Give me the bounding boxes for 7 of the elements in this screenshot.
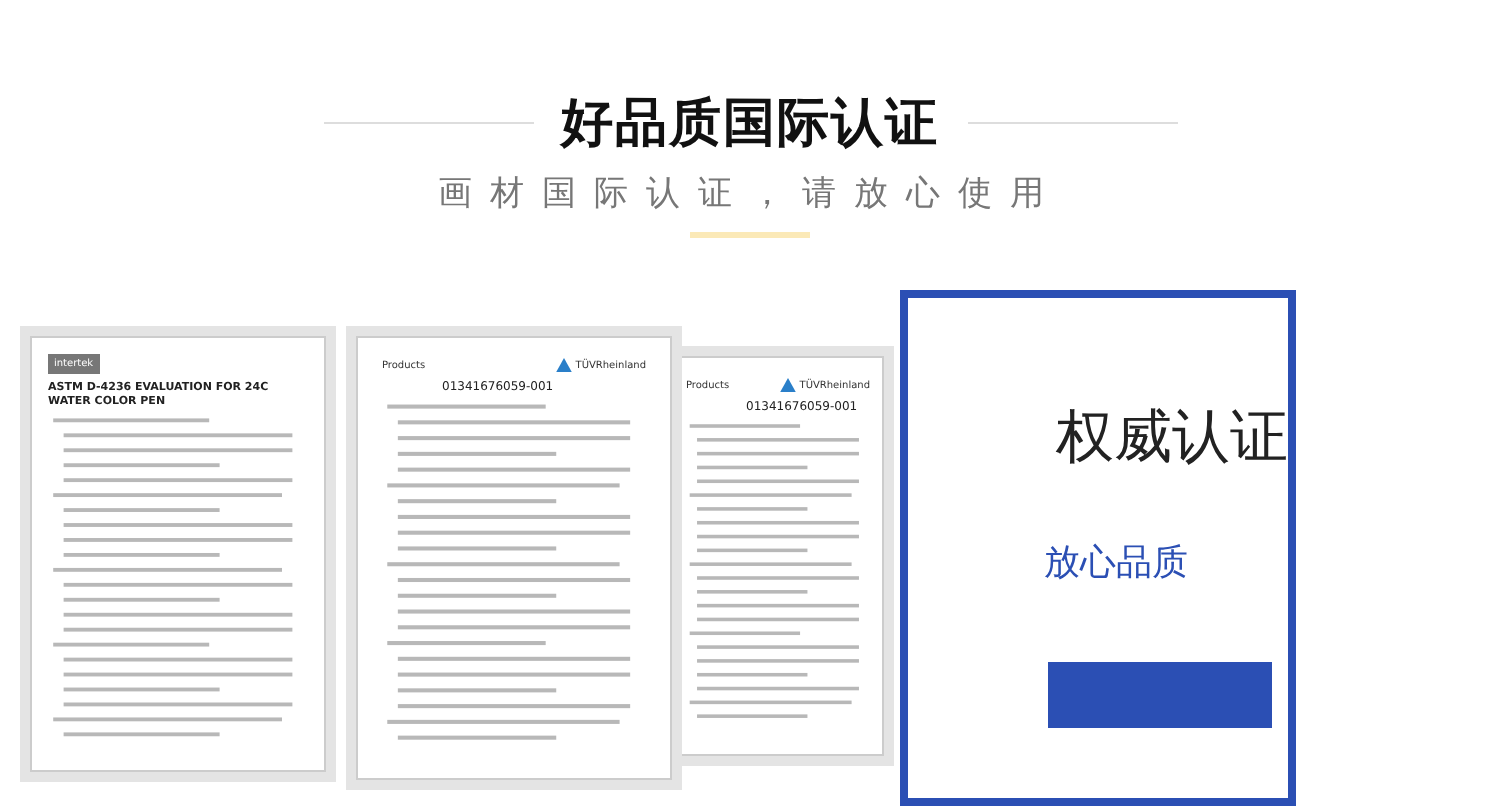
badge-subtitle: 放心品质 bbox=[1044, 540, 1188, 586]
triangle-logo-icon bbox=[555, 358, 572, 372]
triangle-logo-icon bbox=[779, 378, 796, 392]
section-title: 好品质国际认证 bbox=[561, 92, 939, 158]
section-subtitle: 画材国际认证，请放心使用 bbox=[438, 172, 1062, 216]
accent-bar bbox=[690, 232, 810, 238]
badge-title: 权威认证 bbox=[1056, 400, 1288, 474]
